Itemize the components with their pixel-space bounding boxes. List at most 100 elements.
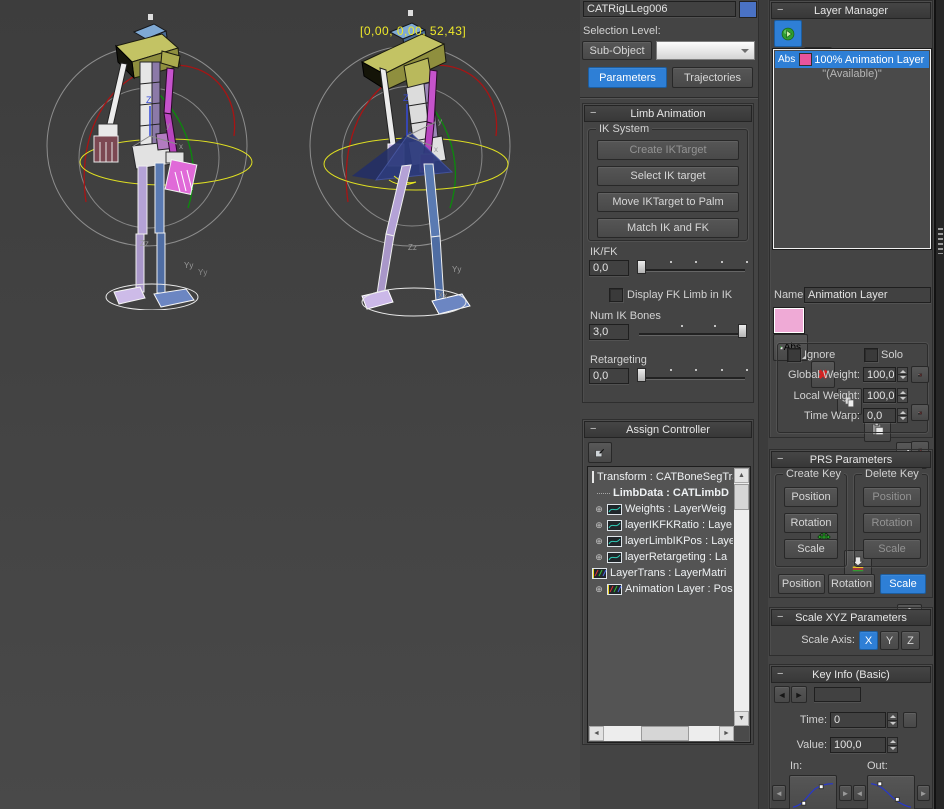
value-field[interactable]: 100,0	[830, 737, 886, 753]
local-weight-curve-button[interactable]	[911, 404, 929, 421]
ignore-checkbox[interactable]	[787, 348, 801, 362]
time-field[interactable]: 0	[830, 712, 886, 728]
next-key-button[interactable]: ►	[791, 686, 807, 703]
tree-row-animation-layer[interactable]: ⊕ Animation Layer : Pos	[589, 581, 733, 597]
scroll-right-button[interactable]: ►	[719, 726, 734, 741]
tree-vertical-scrollbar[interactable]: ▲ ▼	[734, 468, 749, 726]
retargeting-field[interactable]: 0,0	[589, 368, 629, 384]
global-weight-curve-button[interactable]	[911, 366, 929, 383]
svg-text:y: y	[438, 117, 442, 126]
play-sphere-icon	[781, 24, 795, 44]
scale-axis-z-button[interactable]: Z	[901, 631, 920, 650]
ikfk-slider[interactable]	[637, 258, 747, 276]
num-ik-bones-field[interactable]: 3,0	[589, 324, 629, 340]
expand-icon[interactable]: ⊕	[594, 504, 604, 515]
tree-row-layertrans[interactable]: LayerTrans : LayerMatri	[589, 565, 733, 581]
controller-tree[interactable]: Transform : CATBoneSegTra LimbData : CAT…	[587, 466, 751, 743]
rollout-header-assign-controller[interactable]: − Assign Controller	[584, 421, 752, 438]
slider-handle[interactable]	[738, 324, 747, 338]
scale-axis-x-button[interactable]: X	[859, 631, 878, 650]
layer-name-field[interactable]: Animation Layer	[804, 287, 931, 303]
time-label: Time:	[770, 714, 827, 726]
setup-animation-mode-button[interactable]	[774, 20, 802, 47]
num-ik-bones-slider[interactable]	[637, 322, 747, 340]
tree-row-retargeting[interactable]: ⊕ layerRetargeting : La	[589, 549, 733, 565]
sub-object-level-dropdown[interactable]	[656, 41, 755, 60]
rollout-header-scale-xyz[interactable]: − Scale XYZ Parameters	[771, 609, 931, 626]
num-ik-bones-label: Num IK Bones	[590, 310, 661, 322]
cat-rig-right[interactable]: Z y x Zz Yy Xx	[292, 4, 528, 318]
create-rotation-key-button[interactable]: Rotation	[784, 513, 838, 533]
key-number-field[interactable]	[814, 687, 861, 702]
retargeting-slider[interactable]	[637, 366, 747, 384]
slider-handle[interactable]	[637, 260, 646, 274]
rollout-header-prs[interactable]: − PRS Parameters	[771, 451, 931, 468]
delete-position-key-button[interactable]: Position	[863, 487, 921, 507]
ikfk-field[interactable]: 0,0	[589, 260, 629, 276]
time-lock-button[interactable]	[903, 712, 917, 728]
sub-object-button[interactable]: Sub-Object	[582, 41, 652, 60]
layer-list-row-available[interactable]: "(Available)"	[775, 68, 929, 83]
scroll-left-button[interactable]: ◄	[589, 726, 604, 741]
animation-layers-list[interactable]: Abs 100% Animation Layer "(Available)"	[773, 49, 931, 249]
layer-color-button[interactable]	[773, 307, 805, 334]
out-tangent-curve-button[interactable]	[867, 775, 915, 809]
tab-trajectories[interactable]: Trajectories	[672, 67, 753, 88]
position-track-button[interactable]: Position	[778, 574, 825, 594]
viewport-3d[interactable]: Z x y Zz Yy Yy	[0, 0, 580, 809]
scroll-down-button[interactable]: ▼	[734, 711, 749, 726]
expand-icon[interactable]: ⊕	[594, 536, 604, 547]
scale-axis-y-button[interactable]: Y	[880, 631, 899, 650]
rotation-track-button[interactable]: Rotation	[828, 574, 875, 594]
create-iktarget-button[interactable]: Create IKTarget	[597, 140, 739, 160]
solo-checkbox[interactable]	[864, 348, 878, 362]
out-tangent-copy-button[interactable]: ◄	[853, 785, 866, 801]
scroll-up-button[interactable]: ▲	[734, 468, 749, 483]
rollout-header-key-info[interactable]: − Key Info (Basic)	[771, 666, 931, 683]
value-spinner[interactable]	[887, 737, 898, 753]
time-warp-field[interactable]: 0,0	[863, 408, 896, 423]
panel-resize-splitter[interactable]	[934, 0, 944, 809]
tab-parameters[interactable]: Parameters	[588, 67, 667, 88]
create-scale-key-button[interactable]: Scale	[784, 539, 838, 559]
global-weight-spinner[interactable]	[897, 367, 908, 382]
rollout-header-layer-manager[interactable]: − Layer Manager	[771, 2, 931, 19]
cat-rig-left[interactable]: Z x y Zz Yy Yy	[28, 6, 264, 310]
layer-list-row-selected[interactable]: Abs 100% Animation Layer	[775, 51, 929, 68]
assign-controller-button[interactable]	[588, 442, 612, 463]
slider-handle[interactable]	[637, 368, 646, 382]
tree-row-weights[interactable]: ⊕ Weights : LayerWeig	[589, 501, 733, 517]
move-iktarget-to-palm-button[interactable]: Move IKTarget to Palm	[597, 192, 739, 212]
delete-scale-key-button[interactable]: Scale	[863, 539, 921, 559]
time-warp-spinner[interactable]	[897, 408, 908, 423]
tree-row-transform[interactable]: Transform : CATBoneSegTra	[589, 469, 733, 485]
display-fk-checkbox[interactable]	[609, 288, 623, 302]
previous-key-button[interactable]: ◄	[774, 686, 790, 703]
scroll-thumb[interactable]	[734, 484, 749, 510]
local-weight-spinner[interactable]	[897, 388, 908, 403]
expand-icon[interactable]: ⊕	[594, 520, 604, 531]
tree-row-limbikpos[interactable]: ⊕ layerLimbIKPos : Laye	[589, 533, 733, 549]
delete-rotation-key-button[interactable]: Rotation	[863, 513, 921, 533]
scale-track-button[interactable]: Scale	[880, 574, 926, 594]
tree-row-limbdata[interactable]: LimbData : CATLimbD	[589, 485, 733, 501]
match-ik-and-fk-button[interactable]: Match IK and FK	[597, 218, 739, 238]
in-tangent-flyout-left-button[interactable]: ◄	[772, 785, 786, 801]
in-tangent-curve-button[interactable]	[789, 775, 837, 809]
expand-icon[interactable]: ⊕	[594, 552, 604, 563]
scroll-thumb[interactable]	[641, 726, 689, 741]
collapse-icon: −	[777, 668, 783, 680]
expand-icon[interactable]: ⊕	[594, 584, 604, 595]
rollout-header-limb-animation[interactable]: − Limb Animation	[584, 105, 752, 122]
out-tangent-flyout-right-button[interactable]: ►	[917, 785, 930, 801]
local-weight-field[interactable]: 100,0	[863, 388, 896, 403]
time-spinner[interactable]	[887, 712, 898, 728]
select-ik-target-button[interactable]: Select IK target	[597, 166, 739, 186]
create-position-key-button[interactable]: Position	[784, 487, 838, 507]
object-color-swatch[interactable]	[739, 1, 757, 18]
in-tangent-copy-button[interactable]: ►	[839, 785, 852, 801]
global-weight-field[interactable]: 100,0	[863, 367, 896, 382]
object-name-field[interactable]: CATRigLLeg006	[583, 1, 736, 17]
tree-row-ikfkratio[interactable]: ⊕ layerIKFKRatio : Laye	[589, 517, 733, 533]
tree-horizontal-scrollbar[interactable]: ◄ ►	[589, 726, 734, 741]
